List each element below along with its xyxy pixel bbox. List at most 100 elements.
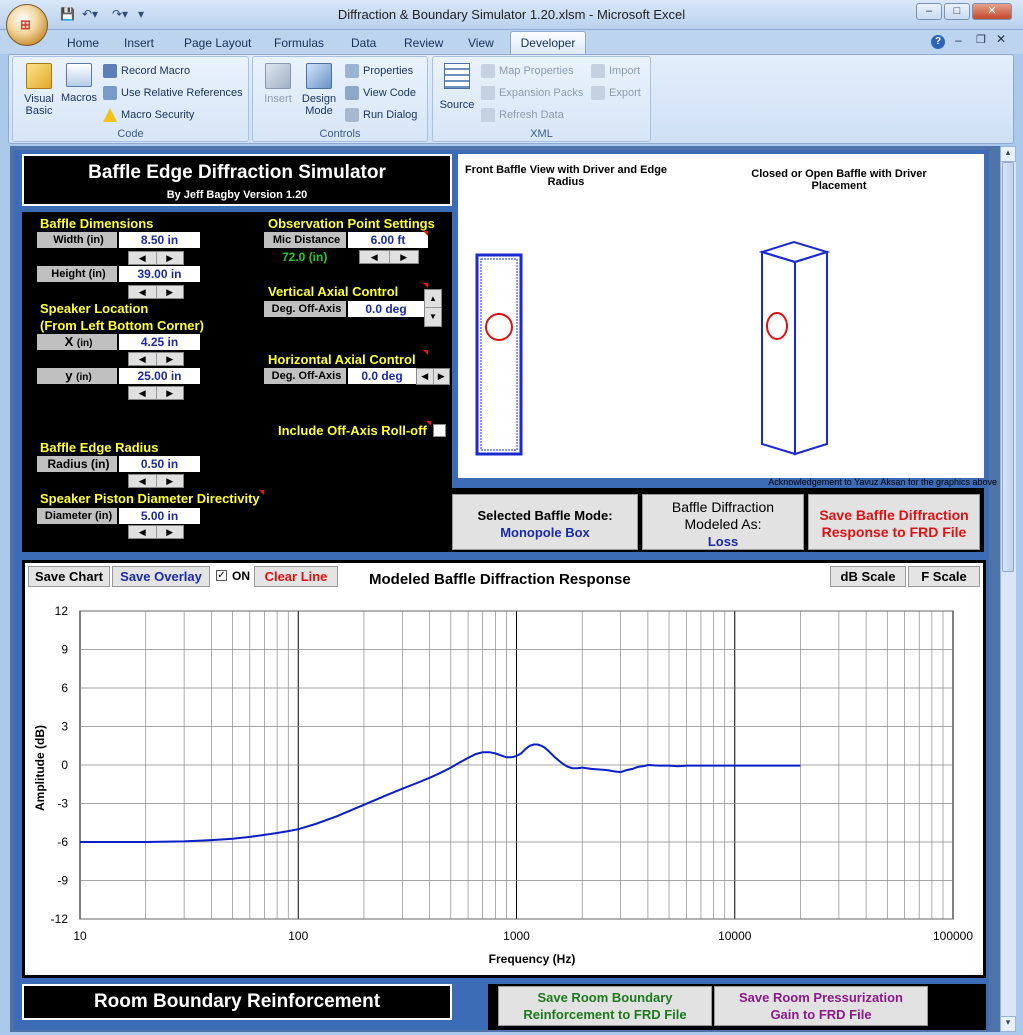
export-button[interactable]: Export — [591, 86, 641, 100]
horizontal-off-axis-value[interactable]: 0.0 deg — [348, 368, 416, 384]
overlay-on-checkbox[interactable]: ✓ — [216, 570, 227, 581]
minimize-button[interactable]: – — [916, 3, 942, 20]
y-decrease-button[interactable]: ◀ — [129, 387, 157, 399]
macro-security-label: Macro Security — [121, 108, 195, 121]
clear-line-button[interactable]: Clear Line — [254, 566, 338, 587]
tab-home[interactable]: Home — [67, 36, 99, 50]
diameter-increase-button[interactable]: ▶ — [157, 526, 184, 538]
db-scale-button[interactable]: dB Scale — [830, 566, 906, 587]
f-scale-button[interactable]: F Scale — [908, 566, 980, 587]
width-spinner[interactable]: ◀ ▶ — [128, 251, 184, 265]
height-spinner[interactable]: ◀ ▶ — [128, 285, 184, 299]
expansion-packs-button[interactable]: Expansion Packs — [481, 86, 583, 100]
y-label: y (in) — [37, 368, 117, 384]
diameter-value[interactable]: 5.00 in — [119, 508, 200, 524]
vertical-up-button[interactable]: ▲ — [425, 290, 441, 308]
radius-value[interactable]: 0.50 in — [119, 456, 200, 472]
x-value[interactable]: 4.25 in — [119, 334, 200, 350]
import-button[interactable]: Import — [591, 64, 640, 78]
visual-basic-button[interactable]: Visual Basic — [21, 63, 57, 117]
tab-formulas[interactable]: Formulas — [274, 36, 324, 50]
width-increase-button[interactable]: ▶ — [157, 252, 184, 264]
diameter-decrease-button[interactable]: ◀ — [129, 526, 157, 538]
height-value[interactable]: 39.00 in — [119, 266, 200, 282]
save-diffraction-frd-button[interactable]: Save Baffle Diffraction Response to FRD … — [808, 494, 980, 550]
refresh-data-button[interactable]: Refresh Data — [481, 108, 564, 122]
diameter-label: Diameter (in) — [37, 508, 117, 524]
office-button[interactable]: ⊞ — [6, 4, 48, 46]
design-mode-button[interactable]: Design Mode — [299, 63, 339, 117]
macro-security-button[interactable]: Macro Security — [103, 108, 194, 122]
save-icon[interactable]: 💾 — [60, 7, 75, 21]
vertical-down-button[interactable]: ▼ — [425, 308, 441, 326]
ribbon-restore-icon[interactable]: ❐ — [976, 33, 986, 46]
save-room-pressurization-button[interactable]: Save Room Pressurization Gain to FRD Fil… — [714, 986, 928, 1026]
modeled-as-display[interactable]: Baffle Diffraction Modeled As: Loss — [642, 494, 804, 550]
vertical-spinner[interactable]: ▲ ▼ — [424, 289, 442, 327]
tab-review[interactable]: Review — [404, 36, 443, 50]
map-properties-button[interactable]: Map Properties — [481, 64, 574, 78]
warning-icon — [103, 108, 117, 122]
horizontal-increase-button[interactable]: ▶ — [434, 369, 450, 384]
selected-mode-display[interactable]: Selected Baffle Mode: Monopole Box — [452, 494, 638, 550]
diameter-spinner[interactable]: ◀ ▶ — [128, 525, 184, 539]
maximize-button[interactable]: □ — [944, 3, 970, 20]
horizontal-decrease-button[interactable]: ◀ — [417, 369, 434, 384]
x-increase-button[interactable]: ▶ — [157, 353, 184, 365]
save-room-pressurization-line-1: Save Room Pressurization — [739, 990, 903, 1005]
tab-insert[interactable]: Insert — [124, 36, 154, 50]
radius-spinner[interactable]: ◀ ▶ — [128, 474, 184, 488]
save-overlay-button[interactable]: Save Overlay — [112, 566, 210, 587]
y-value[interactable]: 25.00 in — [119, 368, 200, 384]
properties-button[interactable]: Properties — [345, 64, 413, 78]
radius-decrease-button[interactable]: ◀ — [129, 475, 157, 487]
redo-icon[interactable]: ↷▾ — [112, 7, 128, 21]
save-room-reinforcement-button[interactable]: Save Room Boundary Reinforcement to FRD … — [498, 986, 712, 1026]
run-dialog-button[interactable]: Run Dialog — [345, 108, 417, 122]
width-decrease-button[interactable]: ◀ — [129, 252, 157, 264]
insert-control-label: Insert — [264, 93, 292, 105]
rolloff-label: Include Off-Axis Roll-off — [278, 423, 427, 438]
help-icon[interactable]: ? — [931, 35, 945, 49]
mic-distance-spinner[interactable]: ◀ ▶ — [359, 250, 419, 264]
x-decrease-button[interactable]: ◀ — [129, 353, 157, 365]
close-button[interactable]: ✕ — [972, 3, 1012, 20]
height-decrease-button[interactable]: ◀ — [129, 286, 157, 298]
modeled-as-label-1: Baffle Diffraction — [671, 499, 775, 515]
mic-distance-value[interactable]: 6.00 ft — [348, 232, 428, 248]
source-button[interactable]: Source — [437, 63, 477, 111]
controls-group-label: Controls — [319, 128, 361, 140]
ribbon-minimize-icon[interactable]: – — [955, 33, 962, 47]
tab-developer[interactable]: Developer — [510, 31, 586, 55]
rolloff-checkbox[interactable] — [433, 424, 446, 437]
mic-decrease-button[interactable]: ◀ — [360, 251, 390, 263]
scroll-up-button[interactable]: ▴ — [1000, 146, 1016, 162]
view-code-button[interactable]: View Code — [345, 86, 416, 100]
undo-icon[interactable]: ↶▾ — [82, 7, 98, 21]
scroll-thumb[interactable] — [1002, 162, 1014, 572]
height-increase-button[interactable]: ▶ — [157, 286, 184, 298]
horizontal-spinner[interactable]: ◀ ▶ — [416, 368, 450, 385]
mic-increase-button[interactable]: ▶ — [390, 251, 419, 263]
x-spinner[interactable]: ◀ ▶ — [128, 352, 184, 366]
save-chart-button[interactable]: Save Chart — [28, 566, 110, 587]
scroll-down-button[interactable]: ▾ — [1000, 1016, 1016, 1032]
tab-view[interactable]: View — [468, 36, 494, 50]
ribbon-close-icon[interactable]: ✕ — [996, 32, 1006, 46]
baffle-graphics — [475, 240, 831, 456]
record-macro-button[interactable]: Record Macro — [103, 64, 190, 78]
tab-page-layout[interactable]: Page Layout — [184, 36, 251, 50]
insert-control-button[interactable]: Insert — [261, 63, 295, 105]
radius-increase-button[interactable]: ▶ — [157, 475, 184, 487]
relative-references-button[interactable]: Use Relative References — [103, 86, 243, 100]
comment-indicator — [423, 283, 428, 288]
y-spinner[interactable]: ◀ ▶ — [128, 386, 184, 400]
tab-data[interactable]: Data — [351, 36, 376, 50]
vertical-off-axis-value[interactable]: 0.0 deg — [348, 301, 424, 317]
width-value[interactable]: 8.50 in — [119, 232, 200, 248]
customize-qat-icon[interactable]: ▾ — [138, 7, 144, 21]
insert-control-icon — [265, 63, 291, 89]
macros-button[interactable]: Macros — [61, 63, 97, 104]
horizontal-axial-heading: Horizontal Axial Control — [268, 352, 416, 367]
y-increase-button[interactable]: ▶ — [157, 387, 184, 399]
